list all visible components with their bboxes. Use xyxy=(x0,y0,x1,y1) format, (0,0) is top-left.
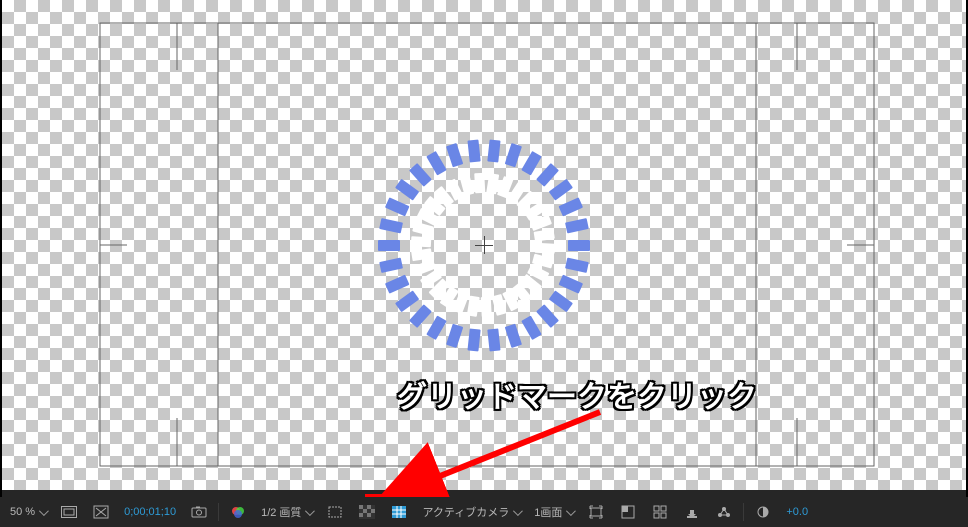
exposure-value: +0.0 xyxy=(786,506,808,518)
view-layout-icon[interactable] xyxy=(647,503,673,521)
current-time[interactable]: 0;00;01;10 xyxy=(120,501,180,523)
render-icon[interactable] xyxy=(711,503,737,521)
timecode-value: 0;00;01;10 xyxy=(124,506,176,518)
views-value: 1画面 xyxy=(534,504,562,520)
mask-toggle-icon[interactable] xyxy=(88,503,114,521)
resolution-menu[interactable]: 1/2 画質 xyxy=(257,501,316,523)
annotation-arrow xyxy=(2,0,966,520)
camera-menu[interactable]: アクティブカメラ xyxy=(418,501,524,523)
chevron-down-icon xyxy=(39,506,49,516)
colorspace-icon[interactable] xyxy=(225,503,251,521)
transparency-grid-icon[interactable] xyxy=(354,503,380,521)
center-crosshair xyxy=(475,236,493,254)
snapshot-icon[interactable] xyxy=(186,503,212,521)
region-of-interest-icon[interactable] xyxy=(322,503,348,521)
exposure-icon[interactable] xyxy=(750,503,776,521)
views-menu[interactable]: 1画面 xyxy=(530,501,577,523)
pixel-aspect-icon[interactable] xyxy=(583,503,609,521)
safe-guides xyxy=(2,0,966,490)
chevron-down-icon xyxy=(513,506,523,516)
transparency-canvas[interactable]: グリッドマークをクリック xyxy=(2,0,966,490)
zoom-value: 50 % xyxy=(10,506,35,518)
separator xyxy=(743,503,744,521)
radial-dash-shape xyxy=(384,145,584,345)
resolution-value: 1/2 画質 xyxy=(261,504,301,520)
chevron-down-icon xyxy=(566,506,576,516)
fullres-icon[interactable] xyxy=(56,503,82,521)
timeline-icon[interactable] xyxy=(679,503,705,521)
camera-value: アクティブカメラ xyxy=(422,504,509,520)
annotation-label: グリッドマークをクリック xyxy=(397,372,757,416)
exposure-value-control[interactable]: +0.0 xyxy=(782,501,812,523)
zoom-menu[interactable]: 50 % xyxy=(6,501,50,523)
composition-viewer: グリッドマークをクリック xyxy=(2,0,966,497)
fast-previews-icon[interactable] xyxy=(615,503,641,521)
viewer-bottom-bar: 50 % 0;00;01;10 1/2 画質 アクティブカメラ 1画面 xyxy=(0,497,968,527)
separator xyxy=(218,503,219,521)
grid-guides-icon[interactable] xyxy=(386,503,412,521)
chevron-down-icon xyxy=(305,506,315,516)
